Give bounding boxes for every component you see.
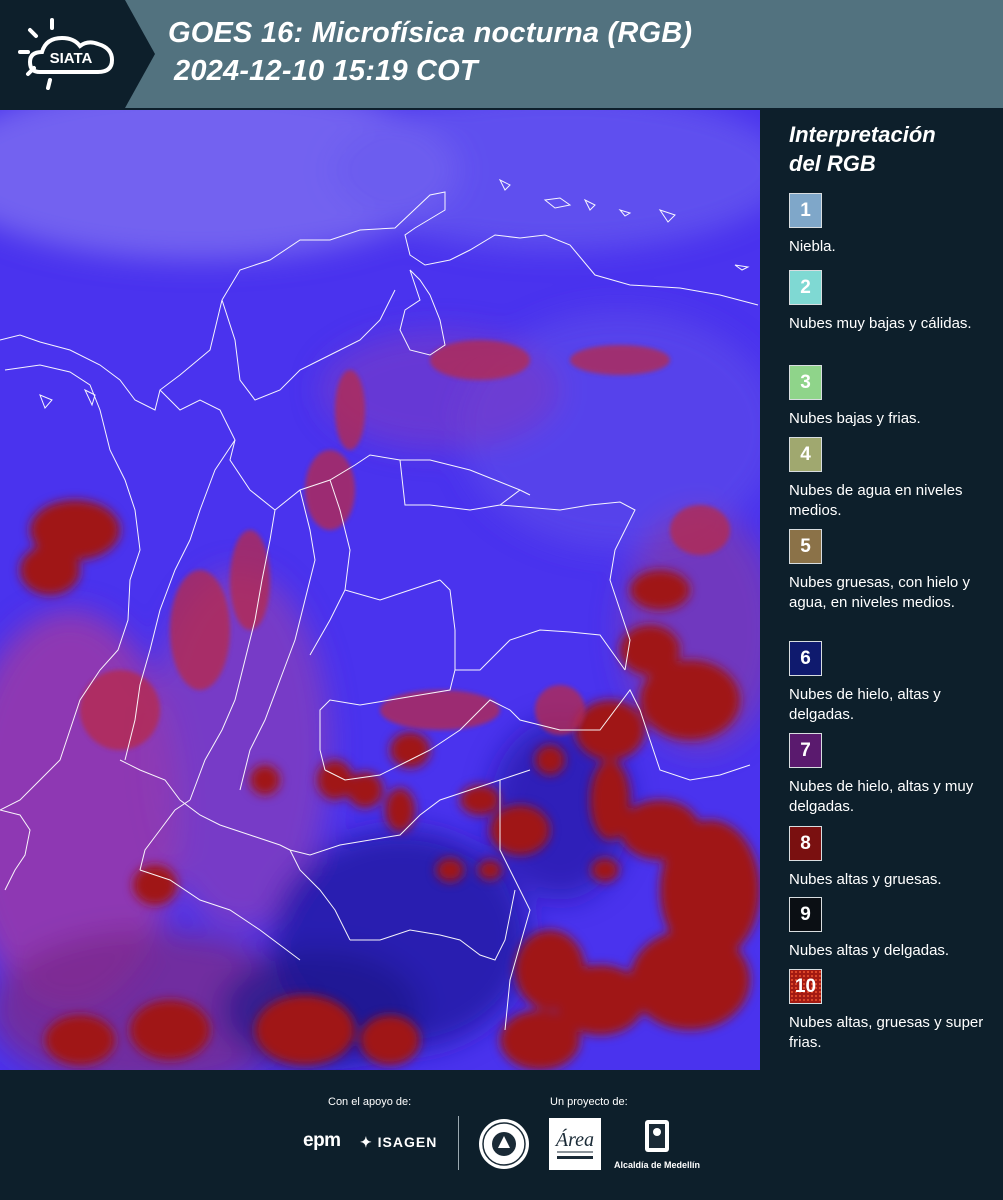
legend-swatch-10: 10 — [789, 969, 822, 1004]
title-line-2: 2024-12-10 15:19 COT — [174, 55, 478, 87]
legend-label-1: Niebla. — [789, 238, 836, 255]
legend-swatch-4: 4 — [789, 437, 822, 472]
page-title: GOES 16: Microfísica nocturna (RGB) 2024… — [168, 14, 692, 90]
legend-label-4: Nubes de agua en niveles medios. — [789, 482, 963, 519]
isagen-logo-text: ISAGEN — [377, 1134, 438, 1150]
legend-swatch-9: 9 — [789, 897, 822, 932]
legend-swatch-2: 2 — [789, 270, 822, 305]
svg-text:Área: Área — [554, 1128, 594, 1151]
legend-label-5: Nubes gruesas, con hielo y agua, en nive… — [789, 574, 970, 611]
footer: Con el apoyo de: Un proyecto de: epm ✦ I… — [0, 1070, 1003, 1200]
area-metropolitana-logo: Área — [549, 1118, 601, 1170]
legend-swatch-5: 5 — [789, 529, 822, 564]
legend-title-line-1: Interpretación — [789, 122, 936, 147]
alcaldia-medellin-logo: Alcaldía de Medellín — [612, 1118, 702, 1172]
legend-label-3: Nubes bajas y frias. — [789, 410, 921, 427]
medellin-shield-icon — [645, 1120, 669, 1152]
legend-title-line-2: del RGB — [789, 151, 876, 176]
legend-item-9: 9 Nubes altas y delgadas. — [789, 897, 994, 961]
isagen-icon: ✦ — [360, 1134, 378, 1150]
legend-label-8: Nubes altas y gruesas. — [789, 871, 942, 888]
siata-logo: SIATA — [0, 0, 155, 108]
support-label: Con el apoyo de: — [328, 1096, 412, 1108]
legend-label-2: Nubes muy bajas y cálidas. — [789, 315, 972, 332]
legend-swatch-3: 3 — [789, 365, 822, 400]
legend-item-10: 10 Nubes altas, gruesas y super frias. — [789, 969, 994, 1053]
epm-logo: epm — [303, 1130, 341, 1151]
header-bar: SIATA GOES 16: Microfísica nocturna (RGB… — [0, 0, 1003, 108]
legend-item-1: 1 Niebla. — [789, 193, 994, 257]
project-label: Un proyecto de: — [550, 1096, 628, 1108]
legend-item-8: 8 Nubes altas y gruesas. — [789, 826, 994, 890]
satellite-map — [0, 110, 760, 1070]
footer-divider — [458, 1116, 459, 1170]
university-seal-icon — [479, 1119, 529, 1169]
legend-swatch-1: 1 — [789, 193, 822, 228]
legend-item-3: 3 Nubes bajas y frias. — [789, 365, 994, 429]
legend-title: Interpretación del RGB — [789, 120, 936, 178]
legend-label-7: Nubes de hielo, altas y muy delgadas. — [789, 778, 974, 815]
legend-label-9: Nubes altas y delgadas. — [789, 942, 950, 959]
legend-swatch-7: 7 — [789, 733, 822, 768]
legend-swatch-8: 8 — [789, 826, 822, 861]
siata-logo-text: SIATA — [50, 50, 93, 67]
legend-item-7: 7 Nubes de hielo, altas y muy delgadas. — [789, 733, 994, 817]
legend-item-6: 6 Nubes de hielo, altas y delgadas. — [789, 641, 994, 725]
isagen-logo: ✦ ISAGEN — [360, 1134, 437, 1151]
legend-item-4: 4 Nubes de agua en niveles medios. — [789, 437, 994, 521]
legend-label-10: Nubes altas, gruesas y super frias. — [789, 1014, 984, 1051]
legend-item-2: 2 Nubes muy bajas y cálidas. — [789, 270, 994, 334]
legend-panel: Interpretación del RGB 1 Niebla. 2 Nubes… — [774, 110, 1003, 1070]
legend-item-5: 5 Nubes gruesas, con hielo y agua, en ni… — [789, 529, 994, 613]
alcaldia-label: Alcaldía de Medellín — [613, 1160, 701, 1170]
legend-swatch-6: 6 — [789, 641, 822, 676]
title-line-1: GOES 16: Microfísica nocturna (RGB) — [168, 17, 693, 49]
legend-label-6: Nubes de hielo, altas y delgadas. — [789, 686, 941, 723]
